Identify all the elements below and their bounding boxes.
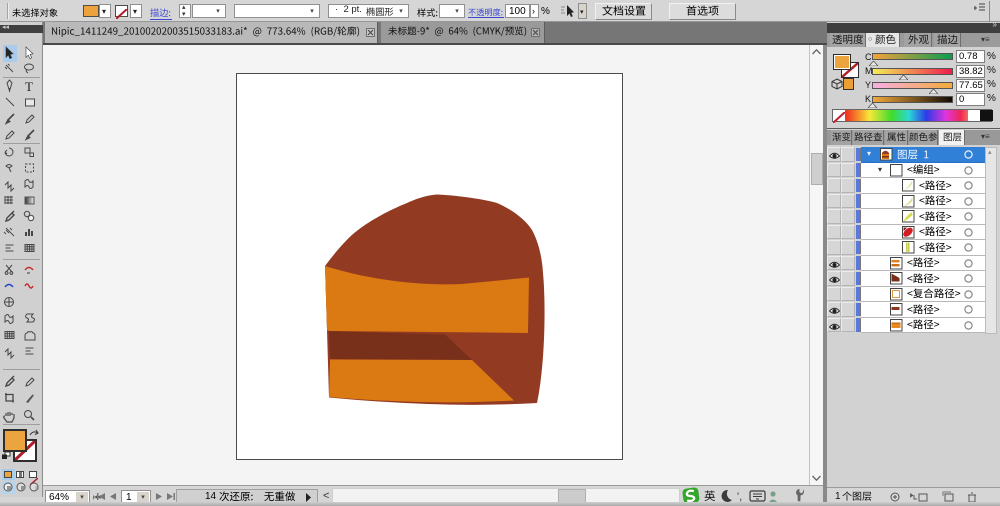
svg-text:T: T [25, 79, 33, 94]
